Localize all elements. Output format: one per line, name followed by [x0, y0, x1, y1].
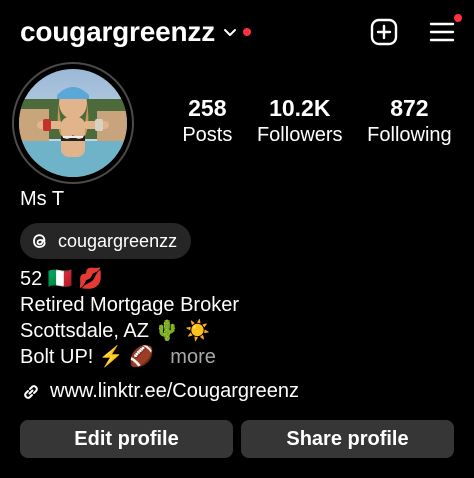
bio-line: 52 🇮🇹 💋	[20, 268, 104, 290]
profile-actions: Edit profile Share profile	[20, 420, 454, 458]
bio-line: Scottsdale, AZ 🌵 ☀️	[20, 320, 210, 342]
link-text: www.linktr.ee/Cougargreenz	[50, 380, 300, 402]
profile-header: cougargreenzz	[20, 12, 462, 52]
avatar[interactable]	[19, 69, 127, 177]
menu-button[interactable]	[426, 14, 462, 48]
posts-stat[interactable]: 258 Posts	[182, 95, 232, 147]
hamburger-menu-icon	[429, 22, 455, 42]
header-actions	[368, 14, 462, 48]
following-stat[interactable]: 872 Following	[367, 95, 451, 147]
chevron-down-icon[interactable]	[223, 25, 237, 39]
bio-link[interactable]: www.linktr.ee/Cougargreenz	[20, 380, 299, 403]
plus-square-icon	[370, 18, 398, 46]
following-label: Following	[367, 124, 452, 146]
following-count: 872	[390, 95, 429, 121]
threads-handle: cougargreenzz	[58, 230, 178, 251]
bio-line-text: Bolt UP! ⚡️ 🏈	[20, 346, 155, 368]
share-profile-button[interactable]: Share profile	[241, 420, 454, 458]
profile-stats: 258 Posts 10.2K Followers 872 Following	[170, 95, 464, 147]
notification-dot	[243, 28, 251, 36]
posts-count: 258	[188, 95, 227, 121]
bio-line-last: Bolt UP! ⚡️ 🏈 more	[20, 344, 239, 370]
avatar-ring[interactable]	[12, 62, 134, 184]
create-button[interactable]	[368, 16, 400, 48]
threads-icon	[33, 234, 46, 248]
threads-badge[interactable]: cougargreenzz	[20, 223, 192, 259]
menu-notification-dot	[454, 14, 462, 22]
display-name: Ms T	[20, 188, 65, 210]
username-title[interactable]: cougargreenzz	[20, 16, 215, 48]
followers-count: 10.2K	[269, 95, 331, 121]
more-link[interactable]: more	[170, 346, 216, 368]
edit-profile-button[interactable]: Edit profile	[20, 420, 233, 458]
profile-photo	[19, 69, 127, 177]
bio-line: Retired Mortgage Broker	[20, 294, 239, 316]
bio: 52 🇮🇹 💋 Retired Mortgage Broker Scottsda…	[20, 266, 239, 370]
followers-label: Followers	[256, 124, 343, 146]
posts-label: Posts	[182, 124, 233, 146]
link-icon	[24, 384, 38, 399]
followers-stat[interactable]: 10.2K Followers	[257, 95, 343, 147]
